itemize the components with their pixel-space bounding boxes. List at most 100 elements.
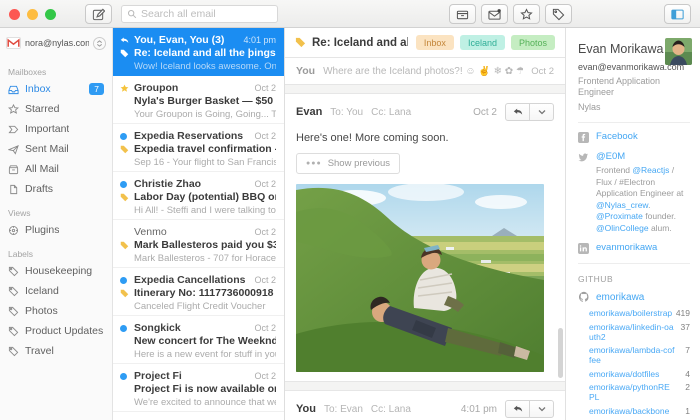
sidebar-item-travel[interactable]: Travel — [0, 341, 112, 361]
account-collapse-chevron[interactable] — [93, 36, 106, 50]
sidebar-item-sent-mail[interactable]: Sent Mail — [0, 139, 112, 159]
minimize-window-button[interactable] — [27, 9, 38, 20]
repo-star-count: 1 — [685, 405, 690, 416]
account-row[interactable]: nora@nylas.com — [0, 28, 112, 58]
archive-button[interactable] — [449, 4, 476, 24]
search-icon — [127, 9, 137, 19]
label-chip-inbox[interactable]: Inbox — [415, 35, 454, 50]
sidebar-item-iceland[interactable]: Iceland — [0, 281, 112, 301]
divider — [578, 122, 690, 123]
reply-icon — [513, 405, 522, 412]
sidebar-item-plugins[interactable]: Plugins — [0, 220, 112, 240]
zoom-window-button[interactable] — [45, 9, 56, 20]
linkedin-link[interactable]: evanmorikawa — [596, 242, 657, 253]
label-button[interactable] — [545, 4, 572, 24]
repo-link[interactable]: emorikawa/boilerstrap — [589, 308, 675, 318]
reply-button[interactable] — [505, 103, 530, 121]
avatar — [665, 38, 692, 65]
tag-icon — [8, 266, 19, 276]
thread-subject: Re: Iceland and all the þings!! — [312, 36, 408, 49]
label-chip-photos[interactable]: Photos — [510, 35, 555, 50]
main-area: nora@nylas.com Mailboxes Inbox 7 Starred… — [0, 28, 700, 420]
message-card: Evan To: You Cc: Lana Oct 2 Here's one! … — [285, 93, 565, 382]
label-tag-icon — [120, 145, 129, 154]
chevron-down-icon — [538, 110, 545, 115]
sidebar-item-important[interactable]: Important — [0, 119, 112, 139]
repo-link[interactable]: emorikawa/backbone — [589, 406, 675, 416]
mark-unread-button[interactable] — [481, 4, 508, 24]
plugin-icon — [9, 225, 18, 235]
unread-dot — [120, 277, 127, 284]
unread-dot — [120, 325, 127, 332]
section-title-mailboxes: Mailboxes — [8, 67, 47, 77]
sidebar-item-inbox[interactable]: Inbox 7 — [0, 79, 112, 99]
sidebar-item-drafts[interactable]: Drafts — [0, 179, 112, 199]
message-card: You To: Evan Cc: Lana 4:01 pm Wow! Icela… — [285, 390, 565, 420]
thread-view: Re: Iceland and all the þings!! Inbox Ic… — [285, 28, 565, 420]
tag-icon — [8, 286, 19, 296]
unread-dot — [120, 181, 127, 188]
gmail-logo-icon — [6, 37, 21, 49]
accounts-sidebar: nora@nylas.com Mailboxes Inbox 7 Starred… — [0, 28, 113, 420]
sidebar-toggle-button[interactable] — [664, 4, 691, 24]
repo-link[interactable]: emorikawa/lambda-coffee — [589, 345, 675, 365]
sidebar-item-all-mail[interactable]: All Mail — [0, 159, 112, 179]
window-controls — [9, 9, 56, 20]
compose-button[interactable] — [85, 4, 112, 24]
thread-scrollbar[interactable] — [558, 328, 563, 378]
repo-link[interactable]: emorikawa/linkedin-oauth2 — [589, 322, 675, 342]
list-item[interactable]: Project Fi Oct 2 Project Fi is now avail… — [113, 364, 284, 412]
unread-envelope-icon — [488, 8, 501, 20]
chevron-updown-icon — [96, 39, 103, 47]
label-chip-iceland[interactable]: Iceland — [459, 35, 505, 50]
list-item[interactable]: Expedia Reservations Oct 2 Expedia trave… — [113, 124, 284, 172]
twitter-handle[interactable]: @E0M — [596, 151, 690, 162]
github-repo-row: emorikawa/pythonREPL 2 — [589, 382, 690, 402]
contact-company: Nylas — [578, 102, 601, 112]
important-marker-icon — [8, 125, 19, 133]
github-section-label: GITHUB — [578, 274, 614, 284]
show-previous-button[interactable]: ●●● Show previous — [296, 153, 400, 174]
message-header: Evan To: You Cc: Lana Oct 2 — [296, 103, 554, 121]
repo-star-count: 7 — [685, 345, 690, 355]
label-tag-icon — [120, 193, 129, 202]
attachment-photo[interactable] — [296, 184, 544, 372]
sidebar-item-housekeeping[interactable]: Housekeeping — [0, 261, 112, 281]
repo-link[interactable]: emorikawa/dotfiles — [589, 369, 675, 379]
toolbar — [0, 0, 700, 28]
unread-dot — [120, 133, 127, 140]
collapsed-message[interactable]: You Where are the Iceland photos?! ☺ ✌ ❄… — [285, 58, 565, 85]
repo-star-count: 2 — [685, 382, 690, 392]
github-user-row: emorikawa — [578, 291, 690, 303]
message-more-button[interactable] — [529, 400, 554, 418]
list-item[interactable]: You, Evan, You (3) 4:01 pm Re: Iceland a… — [113, 28, 284, 76]
sidebar-item-starred[interactable]: Starred — [0, 99, 112, 119]
list-item[interactable]: Songkick Oct 2 New concert for The Weekn… — [113, 316, 284, 364]
search-bar[interactable] — [121, 5, 278, 23]
facebook-link[interactable]: Facebook — [596, 131, 638, 142]
twitter-row: @E0M Frontend @Reactjs / Flux / #Electro… — [578, 151, 690, 234]
star-icon — [520, 7, 533, 20]
draft-file-icon — [10, 184, 18, 194]
github-repo-row: emorikawa/boilerstrap 419 — [589, 308, 690, 318]
repo-link[interactable]: emorikawa/pythonREPL — [589, 382, 675, 402]
sidebar-item-product-updates[interactable]: Product Updates — [0, 321, 112, 341]
list-item[interactable]: Expedia Cancellations Oct 2 Itinerary No… — [113, 268, 284, 316]
github-repo-row: emorikawa/lambda-coffee 7 — [589, 345, 690, 365]
message-more-button[interactable] — [529, 103, 554, 121]
twitter-icon — [578, 153, 589, 162]
sidebar-item-photos[interactable]: Photos — [0, 301, 112, 321]
tag-icon — [8, 326, 19, 336]
star-button[interactable] — [513, 4, 540, 24]
github-user-link[interactable]: emorikawa — [596, 292, 644, 303]
list-item[interactable]: Groupon Oct 2 Nyla's Burger Basket — $50… — [113, 76, 284, 124]
search-input[interactable] — [141, 8, 272, 20]
reply-button[interactable] — [505, 400, 530, 418]
label-tag-icon — [295, 37, 306, 48]
list-item[interactable]: Christie Zhao Oct 2 Labor Day (potential… — [113, 172, 284, 220]
tag-icon — [8, 346, 19, 356]
close-window-button[interactable] — [9, 9, 20, 20]
linkedin-icon — [578, 243, 589, 254]
list-item[interactable]: Venmo Oct 2 Mark Ballesteros paid you $3… — [113, 220, 284, 268]
account-email: nora@nylas.com — [25, 38, 89, 48]
